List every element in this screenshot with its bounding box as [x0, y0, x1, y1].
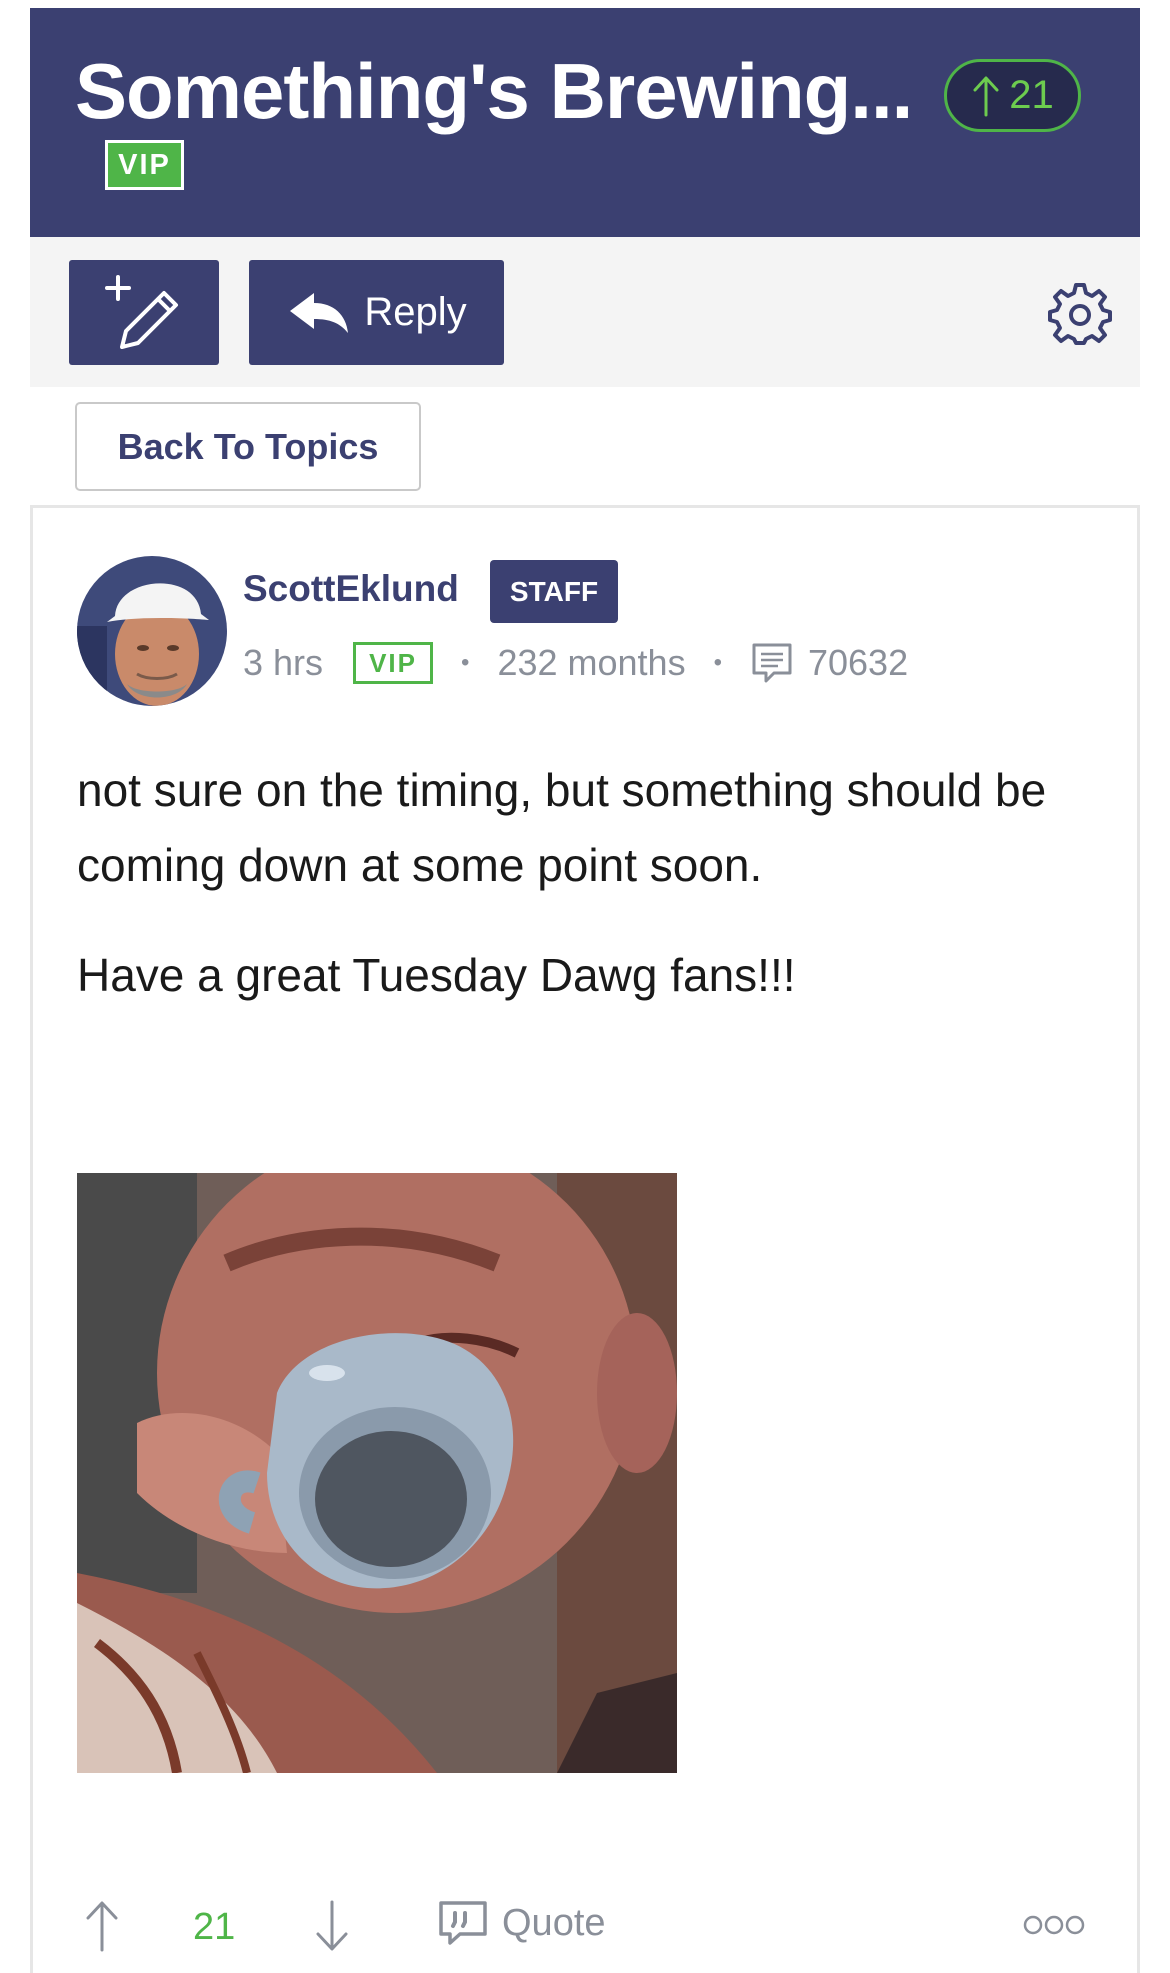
page: Something's Brewing... 21 VIP Reply Back… [30, 0, 1140, 1973]
new-post-pencil-icon [105, 274, 178, 349]
new-topic-button[interactable] [69, 260, 219, 365]
more-options-icon[interactable] [1023, 1913, 1085, 1937]
topic-title: Something's Brewing... [75, 47, 913, 135]
post-time: 3 hrs [243, 642, 324, 683]
arrow-up-icon[interactable] [83, 1900, 121, 1952]
back-to-topics-button[interactable]: Back To Topics [75, 402, 421, 491]
post-paragraph: not sure on the timing, but something sh… [77, 764, 1047, 891]
vip-badge: VIP [105, 140, 184, 190]
topic-header: Something's Brewing... 21 VIP [30, 8, 1140, 237]
post-vote-count: 21 [193, 1906, 236, 1948]
separator-dot: • [461, 649, 470, 676]
post-actions: 21 Quote [33, 1878, 1143, 1973]
arrow-up-icon [973, 76, 999, 116]
reply-label: Reply [364, 290, 467, 334]
post-body: not sure on the timing, but something sh… [77, 753, 1097, 1048]
post-paragraph: Have a great Tuesday Dawg fans!!! [77, 949, 796, 1001]
toolbar: Reply [30, 237, 1140, 387]
quote-label: Quote [502, 1901, 606, 1944]
membership-duration: 232 months [497, 642, 686, 683]
arrow-down-icon[interactable] [313, 1900, 351, 1952]
quote-icon [439, 1901, 487, 1945]
post-count: 70632 [807, 642, 909, 683]
topic-vote-count: 21 [1009, 73, 1054, 117]
staff-badge: STAFF [490, 560, 618, 623]
reply-button[interactable]: Reply [249, 260, 504, 365]
post-author[interactable]: ScottEklund [243, 568, 459, 610]
coffee-mug-gif[interactable] [77, 1173, 677, 1773]
separator-dot: • [713, 649, 722, 676]
reply-arrow-icon [290, 292, 349, 333]
gear-icon[interactable] [1048, 281, 1112, 345]
avatar[interactable] [77, 556, 227, 706]
quote-button[interactable]: Quote [438, 1900, 606, 1946]
topic-vote-pill[interactable]: 21 [944, 59, 1081, 132]
comment-icon [752, 643, 792, 683]
post-meta: 3 hrs VIP • 232 months • 70632 [243, 638, 908, 688]
post-card: ScottEklund STAFF 3 hrs VIP • 232 months… [30, 505, 1140, 1973]
vip-badge: VIP [353, 642, 434, 684]
